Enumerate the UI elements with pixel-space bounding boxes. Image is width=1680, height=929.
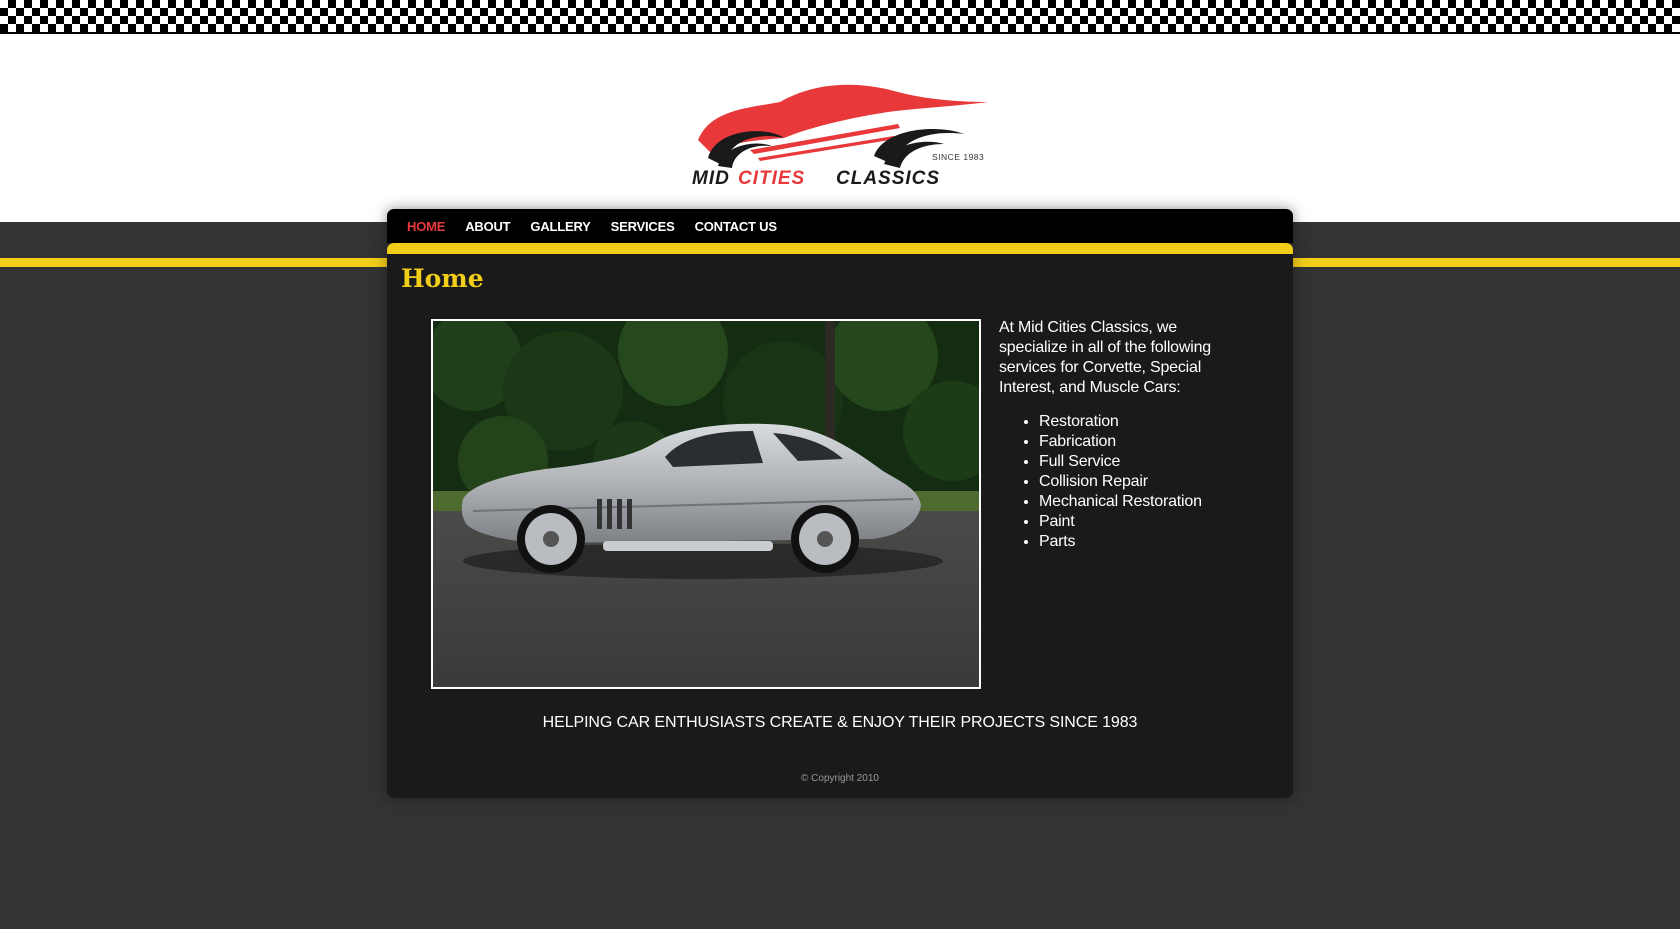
checkered-flag-strip: [0, 0, 1680, 34]
car-photo: [431, 319, 981, 689]
intro-text: At Mid Cities Classics, we specialize in…: [999, 319, 1211, 396]
services-list: Restoration Fabrication Full Service Col…: [999, 412, 1259, 552]
site-logo[interactable]: SINCE 1983 MID CITIES CLASSICS: [688, 80, 992, 198]
svg-text:MID: MID: [692, 168, 730, 189]
main-navigation: HOME ABOUT GALLERY SERVICES CONTACT US: [387, 209, 1293, 243]
tagline: HELPING CAR ENTHUSIASTS CREATE & ENJOY T…: [542, 714, 1138, 731]
list-item: Mechanical Restoration: [1039, 492, 1259, 512]
page-title: Home: [401, 264, 484, 293]
nav-item-gallery[interactable]: GALLERY: [530, 219, 590, 234]
list-item: Full Service: [1039, 452, 1259, 472]
car-silhouette-logo-icon: SINCE 1983 MID CITIES CLASSICS: [692, 84, 988, 189]
svg-text:SINCE 1983: SINCE 1983: [932, 152, 984, 162]
nav-item-contact-us[interactable]: CONTACT US: [695, 219, 777, 234]
list-item: Fabrication: [1039, 432, 1259, 452]
copyright: © Copyright 2010: [801, 773, 879, 784]
silver-corvette-photo-icon: [433, 321, 979, 687]
svg-text:CITIES: CITIES: [738, 168, 805, 189]
list-item: Restoration: [1039, 412, 1259, 432]
svg-text:CLASSICS: CLASSICS: [836, 168, 940, 189]
list-item: Parts: [1039, 532, 1259, 552]
nav-item-home[interactable]: HOME: [407, 219, 445, 234]
nav-item-services[interactable]: SERVICES: [611, 219, 675, 234]
list-item: Paint: [1039, 512, 1259, 532]
list-item: Collision Repair: [1039, 472, 1259, 492]
content-panel: Home At Mid Cities Classics, we speciali…: [387, 243, 1293, 798]
header-area: SINCE 1983 MID CITIES CLASSICS: [0, 0, 1680, 222]
nav-item-about[interactable]: ABOUT: [465, 219, 510, 234]
